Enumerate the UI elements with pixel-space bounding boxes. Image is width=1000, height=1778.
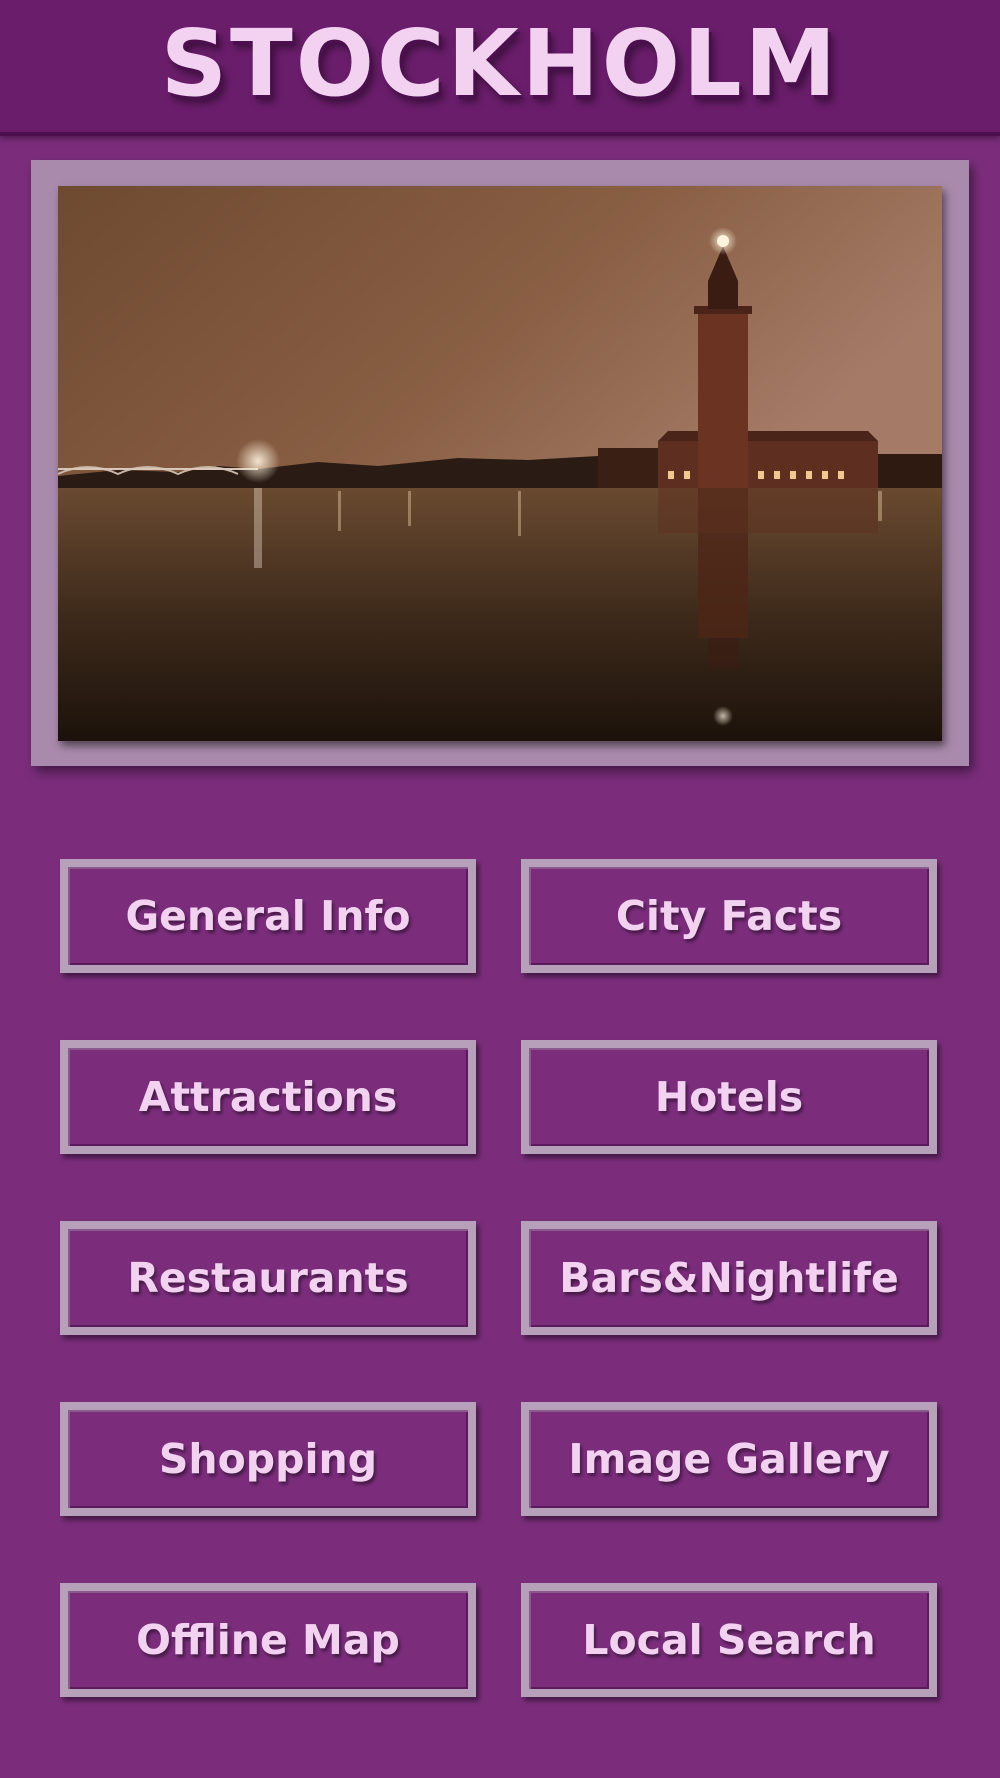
city-facts-button[interactable]: City Facts <box>521 859 937 973</box>
hotels-button[interactable]: Hotels <box>521 1040 937 1154</box>
local-search-label: Local Search <box>582 1616 876 1664</box>
shopping-button[interactable]: Shopping <box>60 1402 476 1516</box>
image-gallery-label: Image Gallery <box>568 1435 890 1483</box>
attractions-button[interactable]: Attractions <box>60 1040 476 1154</box>
shopping-label: Shopping <box>158 1435 378 1483</box>
general-info-label: General Info <box>125 892 411 940</box>
image-gallery-button[interactable]: Image Gallery <box>521 1402 937 1516</box>
hero-image <box>58 186 942 741</box>
attractions-label: Attractions <box>138 1073 398 1121</box>
local-search-button[interactable]: Local Search <box>521 1583 937 1697</box>
page-title: STOCKHOLM <box>160 10 840 117</box>
offline-map-button[interactable]: Offline Map <box>60 1583 476 1697</box>
app-header: STOCKHOLM <box>0 0 1000 136</box>
bars-nightlife-label: Bars&Nightlife <box>559 1254 899 1302</box>
hotels-label: Hotels <box>654 1073 804 1121</box>
restaurants-label: Restaurants <box>127 1254 409 1302</box>
city-facts-label: City Facts <box>615 892 843 940</box>
bars-nightlife-button[interactable]: Bars&Nightlife <box>521 1221 937 1335</box>
general-info-button[interactable]: General Info <box>60 859 476 973</box>
offline-map-label: Offline Map <box>136 1616 400 1664</box>
restaurants-button[interactable]: Restaurants <box>60 1221 476 1335</box>
hero-image-frame <box>31 160 969 766</box>
